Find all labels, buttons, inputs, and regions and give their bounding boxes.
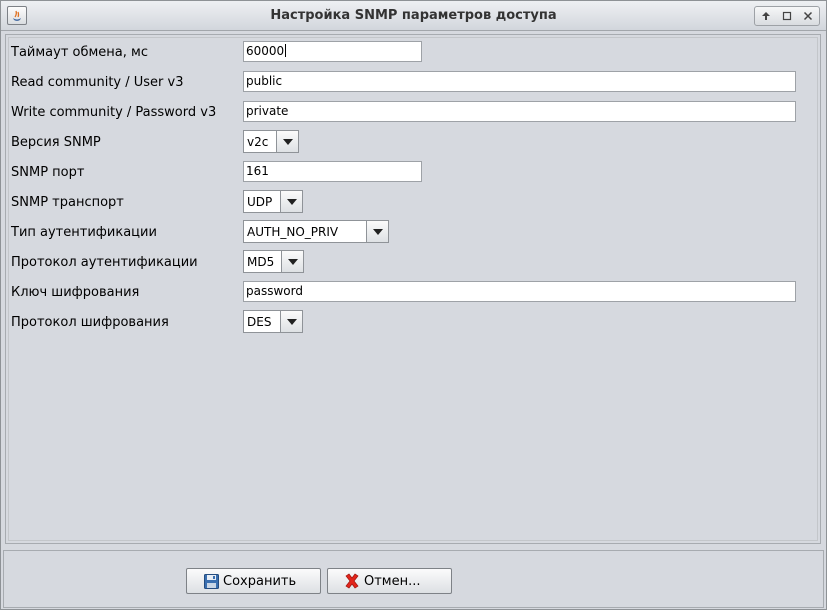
snmp-version-label: Версия SNMP	[11, 135, 101, 150]
auth-type-select[interactable]: AUTH_NO_PRIV	[243, 220, 389, 243]
encryption-key-label: Ключ шифрования	[11, 285, 140, 300]
snmp-transport-value: UDP	[247, 195, 273, 209]
chevron-down-icon[interactable]	[276, 131, 298, 152]
snmp-settings-window: Настройка SNMP параметров доступа Таймау…	[0, 0, 827, 610]
encryption-protocol-label: Протокол шифрования	[11, 315, 169, 330]
button-panel: Сохранить Отмен...	[3, 550, 824, 608]
maximize-icon[interactable]	[776, 7, 797, 25]
encryption-protocol-select[interactable]: DES	[243, 310, 303, 333]
up-arrow-icon[interactable]	[755, 7, 776, 25]
window-controls	[754, 6, 820, 26]
snmp-version-value: v2c	[247, 135, 269, 149]
snmp-transport-label: SNMP транспорт	[11, 195, 124, 210]
title-bar[interactable]: Настройка SNMP параметров доступа	[1, 1, 826, 31]
snmp-transport-select[interactable]: UDP	[243, 190, 303, 213]
encryption-protocol-value: DES	[247, 315, 272, 329]
encryption-key-input[interactable]: password	[243, 281, 796, 302]
read-community-input[interactable]: public	[243, 71, 796, 92]
auth-protocol-label: Протокол аутентификации	[11, 255, 198, 270]
auth-type-value: AUTH_NO_PRIV	[247, 225, 339, 239]
text-caret	[285, 44, 287, 57]
floppy-disk-icon	[203, 573, 219, 589]
snmp-version-select[interactable]: v2c	[243, 130, 299, 153]
snmp-port-input[interactable]: 161	[243, 161, 422, 182]
auth-protocol-select[interactable]: MD5	[243, 250, 304, 273]
cancel-button-label: Отмен...	[364, 573, 421, 589]
chevron-down-icon[interactable]	[366, 221, 388, 242]
save-button[interactable]: Сохранить	[186, 568, 321, 594]
chevron-down-icon[interactable]	[281, 251, 303, 272]
auth-protocol-value: MD5	[247, 255, 275, 269]
timeout-value: 60000	[246, 44, 285, 58]
red-x-icon	[344, 573, 360, 589]
snmp-port-label: SNMP порт	[11, 165, 85, 180]
write-community-label: Write community / Password v3	[11, 105, 217, 120]
form-panel: Таймаут обмена, мс 60000 Read community …	[5, 34, 821, 544]
save-button-label: Сохранить	[223, 573, 297, 589]
timeout-input[interactable]: 60000	[243, 41, 422, 62]
window-title: Настройка SNMP параметров доступа	[270, 8, 557, 23]
auth-type-label: Тип аутентификации	[11, 225, 157, 240]
cancel-button[interactable]: Отмен...	[327, 568, 452, 594]
read-community-label: Read community / User v3	[11, 75, 184, 90]
close-icon[interactable]	[798, 7, 819, 25]
chevron-down-icon[interactable]	[280, 191, 302, 212]
write-community-input[interactable]: private	[243, 101, 796, 122]
chevron-down-icon[interactable]	[280, 311, 302, 332]
timeout-label: Таймаут обмена, мс	[11, 45, 148, 60]
